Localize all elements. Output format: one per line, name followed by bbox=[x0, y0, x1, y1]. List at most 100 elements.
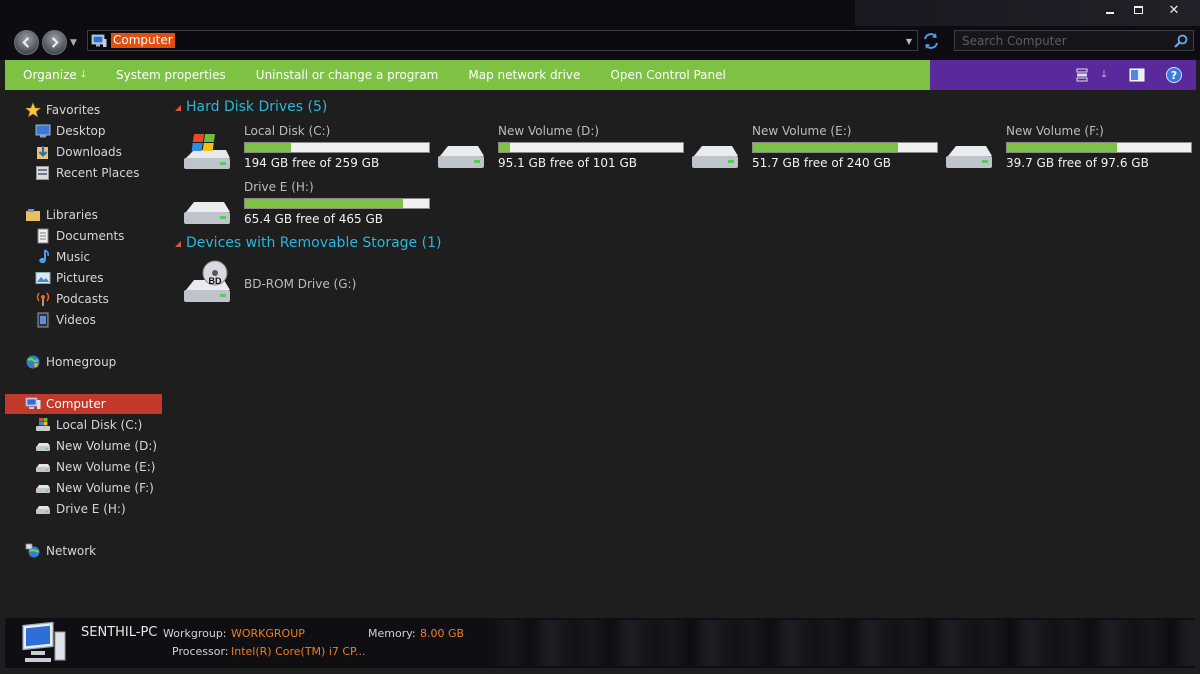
drive-icon bbox=[36, 485, 50, 493]
uninstall-program-button[interactable]: Uninstall or change a program bbox=[241, 60, 454, 90]
maximize-button[interactable] bbox=[1124, 0, 1152, 20]
group-title: Devices with Removable Storage (1) bbox=[186, 235, 442, 251]
star-icon bbox=[25, 102, 41, 118]
minimize-button[interactable] bbox=[1096, 0, 1124, 20]
sidebar-label: Documents bbox=[56, 229, 125, 243]
sidebar-label: Downloads bbox=[56, 145, 122, 159]
drive-name: New Volume (F:) bbox=[1006, 124, 1104, 138]
drive-tile-f[interactable]: New Volume (F:) 39.7 GB free of 97.6 GB bbox=[944, 124, 1194, 172]
sidebar-item-desktop[interactable]: Desktop bbox=[5, 121, 162, 141]
drive-usage-fill bbox=[1007, 143, 1118, 152]
drive-tile-e[interactable]: New Volume (E:) 51.7 GB free of 240 GB bbox=[690, 124, 940, 172]
sidebar-label: Network bbox=[46, 544, 97, 558]
workgroup-value: WORKGROUP bbox=[231, 627, 305, 640]
system-properties-button[interactable]: System properties bbox=[101, 60, 241, 90]
group-title: Hard Disk Drives (5) bbox=[186, 99, 328, 115]
drive-icon bbox=[692, 146, 738, 168]
system-properties-label: System properties bbox=[115, 68, 226, 82]
sidebar-item-network[interactable]: Network bbox=[5, 541, 162, 561]
open-control-panel-button[interactable]: Open Control Panel bbox=[595, 60, 740, 90]
close-icon: ✕ bbox=[1168, 2, 1180, 18]
documents-icon bbox=[37, 228, 49, 244]
drive-usage-bar bbox=[244, 142, 430, 153]
sidebar-item-downloads[interactable]: Downloads bbox=[5, 142, 162, 162]
sidebar-item-documents[interactable]: Documents bbox=[5, 226, 162, 246]
sidebar-item-favorites[interactable]: Favorites bbox=[5, 100, 162, 120]
preview-pane-button[interactable] bbox=[1129, 67, 1145, 83]
search-box[interactable] bbox=[954, 30, 1194, 51]
sidebar-label: Recent Places bbox=[56, 166, 140, 180]
sidebar-label: Libraries bbox=[46, 208, 98, 222]
sidebar-item-recent-places[interactable]: Recent Places bbox=[5, 163, 162, 183]
computer-icon bbox=[22, 621, 66, 662]
drive-usage-fill bbox=[753, 143, 899, 152]
computer-name: SENTHIL-PC bbox=[81, 625, 158, 640]
address-bar[interactable]: Computer ▼ bbox=[87, 30, 918, 51]
drive-free-space: 95.1 GB free of 101 GB bbox=[498, 156, 637, 170]
drive-tile-h[interactable]: Drive E (H:) 65.4 GB free of 465 GB bbox=[182, 180, 432, 228]
help-icon: ? bbox=[1166, 67, 1182, 83]
sidebar-item-music[interactable]: Music bbox=[5, 247, 162, 267]
homegroup-icon bbox=[26, 355, 40, 369]
back-button[interactable] bbox=[14, 30, 39, 55]
drive-icon bbox=[36, 464, 50, 472]
sidebar-item-new-volume-d[interactable]: New Volume (D:) bbox=[5, 436, 162, 456]
drive-usage-bar bbox=[244, 198, 430, 209]
drive-free-space: 194 GB free of 259 GB bbox=[244, 156, 380, 170]
search-icon[interactable] bbox=[1173, 33, 1189, 49]
view-options-icon bbox=[1076, 68, 1088, 82]
drive-name: New Volume (E:) bbox=[752, 124, 852, 138]
sidebar-label: Music bbox=[56, 250, 91, 264]
organize-label: Organize bbox=[23, 68, 77, 82]
sidebar-item-new-volume-e[interactable]: New Volume (E:) bbox=[5, 457, 162, 477]
command-bar-right: 🡓 ? bbox=[930, 60, 1196, 90]
drive-tile-d[interactable]: New Volume (D:) 95.1 GB free of 101 GB bbox=[436, 124, 686, 172]
arrow-right-icon bbox=[51, 37, 59, 48]
map-network-drive-button[interactable]: Map network drive bbox=[453, 60, 595, 90]
open-control-panel-label: Open Control Panel bbox=[610, 68, 726, 82]
drive-name: Local Disk (C:) bbox=[244, 124, 331, 138]
sidebar-label: Podcasts bbox=[56, 292, 109, 306]
preview-pane-icon bbox=[1129, 68, 1145, 82]
drive-tile-c[interactable]: Local Disk (C:) 194 GB free of 259 GB bbox=[182, 124, 432, 172]
sidebar-label: New Volume (E:) bbox=[56, 460, 156, 474]
close-button[interactable]: ✕ bbox=[1156, 0, 1192, 20]
address-dropdown-icon[interactable]: ▼ bbox=[903, 34, 915, 48]
view-options-button[interactable] bbox=[1074, 67, 1090, 83]
drive-usage-bar bbox=[752, 142, 938, 153]
computer-icon bbox=[91, 34, 107, 47]
sidebar-item-pictures[interactable]: Pictures bbox=[5, 268, 162, 288]
sidebar-item-drive-e-h[interactable]: Drive E (H:) bbox=[5, 499, 162, 519]
search-input[interactable] bbox=[955, 33, 1173, 48]
forward-button[interactable] bbox=[42, 30, 67, 55]
sidebar-item-videos[interactable]: Videos bbox=[5, 310, 162, 330]
sidebar-item-new-volume-f[interactable]: New Volume (F:) bbox=[5, 478, 162, 498]
recent-places-icon bbox=[36, 166, 49, 180]
arrow-left-icon bbox=[22, 37, 30, 48]
content-pane: Hard Disk Drives (5) Local Disk (C:) 194… bbox=[170, 92, 1195, 617]
videos-icon bbox=[37, 312, 49, 328]
sidebar-label: New Volume (D:) bbox=[56, 439, 158, 453]
address-path[interactable]: Computer bbox=[111, 33, 175, 48]
group-header-removable-storage[interactable]: Devices with Removable Storage (1) bbox=[174, 235, 441, 251]
sidebar-item-local-disk-c[interactable]: Local Disk (C:) bbox=[5, 415, 162, 435]
sidebar-item-computer[interactable]: Computer bbox=[5, 394, 162, 414]
recent-pages-dropdown[interactable]: ▼ bbox=[70, 38, 77, 48]
sidebar-item-libraries[interactable]: Libraries bbox=[5, 205, 162, 225]
drive-icon bbox=[184, 202, 230, 224]
uninstall-program-label: Uninstall or change a program bbox=[255, 68, 439, 82]
arrow-down-icon: 🡓 bbox=[80, 68, 86, 80]
sidebar-item-homegroup[interactable]: Homegroup bbox=[5, 352, 162, 372]
group-header-hard-disk-drives[interactable]: Hard Disk Drives (5) bbox=[174, 99, 327, 115]
drive-tile-bd-rom[interactable]: BD BD-ROM Drive (G:) bbox=[182, 258, 432, 306]
sidebar-label: Desktop bbox=[56, 124, 106, 138]
windows-drive-icon bbox=[36, 418, 50, 431]
bd-badge: BD bbox=[209, 276, 222, 286]
refresh-icon[interactable] bbox=[922, 32, 940, 50]
organize-button[interactable]: Organize 🡓 bbox=[5, 60, 101, 90]
sidebar-item-podcasts[interactable]: Podcasts bbox=[5, 289, 162, 309]
sidebar-label: New Volume (F:) bbox=[56, 481, 154, 495]
more-options-button[interactable]: 🡓 bbox=[1096, 67, 1112, 83]
help-button[interactable]: ? bbox=[1166, 67, 1182, 83]
drive-free-space: 51.7 GB free of 240 GB bbox=[752, 156, 891, 170]
